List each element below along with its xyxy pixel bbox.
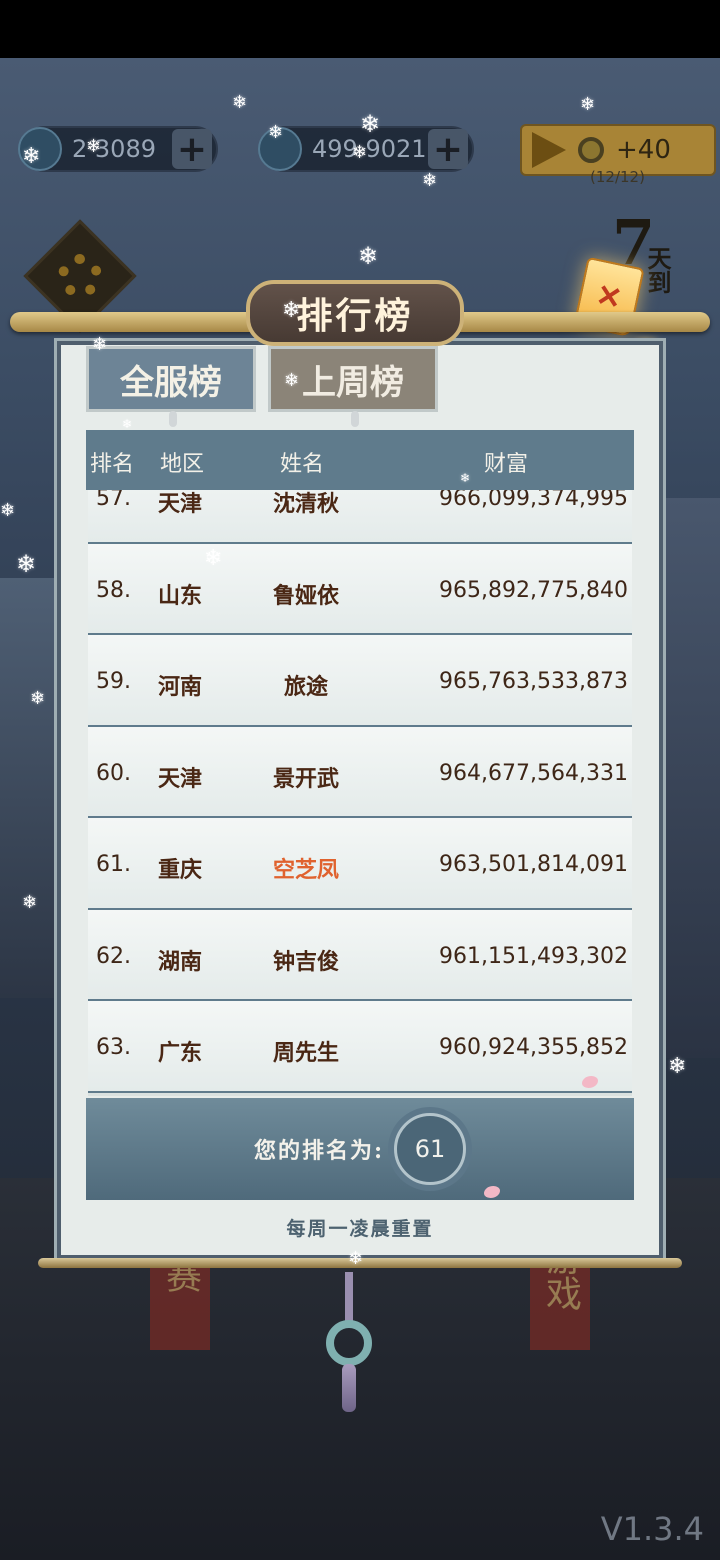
silver-value: 2 3089 [72, 135, 156, 163]
leaderboard-list-inner: 57. 天津 沈清秋 966,099,374,995 58. 山东 鲁娅依 965,892,7… [88, 490, 632, 1093]
coin-icon [578, 137, 604, 163]
header-rank: 排名 [90, 452, 135, 477]
wealth-cell: 964,677,564,331 [439, 760, 628, 786]
name-cell: 周先生 [272, 1040, 339, 1066]
snowflake-icon: ❄ [284, 370, 300, 391]
header-region: 地区 [160, 452, 205, 477]
snowflake-icon: ❄ [358, 242, 379, 270]
wealth-cell: 965,763,533,873 [439, 669, 628, 694]
snowflake-icon: ❄ [22, 144, 41, 169]
name-cell: 沈清秋 [272, 491, 339, 517]
my-rank-badge: 61 [394, 1113, 467, 1185]
jade-pendant-icon [326, 1320, 372, 1366]
snowflake-icon: ❄ [352, 142, 368, 163]
table-row: 57. 天津 沈清秋 966,099,374,995 [88, 490, 632, 544]
tab-last-week-label: 上周榜 [302, 362, 404, 403]
snowflake-icon: ❄ [668, 1054, 687, 1079]
snowflake-icon: ❄ [580, 94, 596, 115]
rank-cell: 57. [96, 490, 131, 511]
table-row-self: 61. 重庆 空芝凤 963,501,814,091 [88, 818, 632, 910]
table-row: 63. 广东 周先生 960,924,355,852 [88, 1001, 632, 1093]
version-label: V1.3.4 [600, 1510, 704, 1548]
table-row: 62. 湖南 钟吉俊 961,151,493,302 [88, 909, 632, 1001]
name-cell: 空芝凤 [272, 857, 339, 883]
region-cell: 河南 [158, 674, 203, 700]
table-row: 60. 天津 景开武 964,677,564,331 [88, 726, 632, 818]
region-cell: 山东 [158, 582, 203, 609]
name-cell: 鲁娅依 [272, 582, 339, 609]
snowflake-icon: ❄ [282, 298, 301, 323]
snowflake-icon: ❄ [22, 892, 38, 913]
rank-cell: 58. [96, 577, 131, 603]
region-cell: 广东 [158, 1040, 203, 1066]
tab-all-server-label: 全服榜 [120, 362, 222, 403]
my-rank-value: 61 [414, 1135, 446, 1163]
rank-cell: 61. [96, 852, 131, 877]
pendant-cord [345, 1272, 353, 1326]
snowflake-icon: ❄ [268, 122, 284, 143]
rank-cell: 62. [96, 943, 131, 969]
reset-note: 每周一凌晨重置 [286, 1218, 434, 1240]
video-reward: +40 [616, 135, 671, 165]
snowflake-icon: ❄ [360, 110, 381, 138]
region-cell: 湖南 [158, 948, 203, 975]
name-cell: 旅途 [283, 674, 328, 700]
snowflake-icon: ❄ [30, 688, 46, 709]
snowflake-icon: ❄ [122, 417, 133, 431]
wealth-cell: 965,892,775,840 [439, 577, 628, 603]
snowflake-icon: ❄ [16, 550, 37, 578]
snowflake-icon: ❄ [204, 546, 223, 571]
header-name: 姓名 [280, 452, 325, 477]
status-bar [0, 0, 720, 58]
tab-pin [169, 411, 177, 427]
snowflake-icon: ❄ [422, 170, 438, 191]
rank-cell: 59. [96, 669, 131, 694]
snowflake-icon: ❄ [0, 500, 16, 521]
rank-cell: 63. [96, 1035, 131, 1060]
my-rank-bar: 您的排名为: 61 [86, 1098, 634, 1200]
snowflake-icon: ❄ [92, 334, 108, 355]
name-cell: 钟吉俊 [272, 948, 339, 975]
wealth-cell: 960,924,355,852 [439, 1035, 628, 1060]
snowflake-icon: ❄ [232, 92, 248, 113]
leaderboard-title: 排行榜 [246, 280, 464, 346]
name-cell: 景开武 [272, 765, 339, 792]
region-cell: 天津 [158, 765, 203, 792]
add-silver-button[interactable]: + [172, 129, 212, 170]
leaderboard-list[interactable]: 57. 天津 沈清秋 966,099,374,995 58. 山东 鲁娅依 965,892,7… [88, 490, 632, 1096]
table-header: 排名 地区 姓名 财富 [86, 430, 634, 490]
region-cell: 天津 [158, 491, 203, 517]
silver-resource: 2 3089 + [18, 126, 218, 172]
wealth-cell: 966,099,374,995 [439, 490, 628, 511]
header-wealth: 财富 [484, 452, 529, 477]
snowflake-icon: ❄ [86, 136, 102, 157]
daily-signin-text: 天到 [643, 246, 672, 294]
tab-pin [351, 411, 359, 427]
table-row: 59. 河南 旅途 965,763,533,873 [88, 635, 632, 727]
my-rank-label: 您的排名为: [253, 1138, 385, 1164]
tab-all-server[interactable]: 全服榜 [86, 346, 256, 427]
tassel [342, 1364, 356, 1412]
wealth-cell: 963,501,814,091 [439, 852, 628, 877]
region-cell: 重庆 [158, 857, 203, 883]
play-icon [532, 132, 566, 168]
snowflake-icon: ❄ [460, 471, 471, 485]
wealth-cell: 961,151,493,302 [439, 943, 628, 969]
snowflake-icon: ❄ [348, 1248, 364, 1269]
add-copper-button[interactable]: + [428, 129, 468, 170]
video-count: (12/12) [590, 168, 645, 186]
table-row: 58. 山东 鲁娅依 965,892,775,840 [88, 543, 632, 635]
rank-cell: 60. [96, 760, 131, 786]
